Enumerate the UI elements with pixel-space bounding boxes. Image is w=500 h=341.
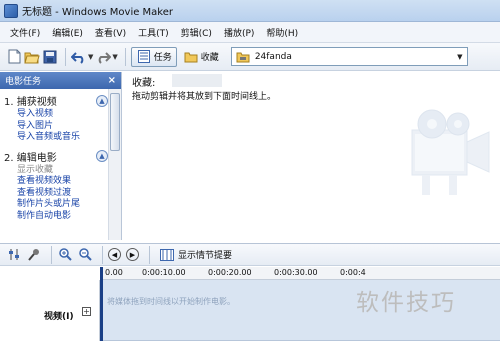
toolbar-separator (102, 245, 103, 264)
menu-clip[interactable]: 剪辑(C) (175, 24, 218, 41)
open-folder-icon (24, 49, 40, 65)
toolbar-separator (51, 245, 52, 264)
main-toolbar: ▼ ▼ 任务 收藏 24fanda ▼ (0, 43, 500, 71)
title-bar: 无标题 - Windows Movie Maker (0, 0, 500, 22)
ruler-tick-label: 0:00:10.00 (142, 268, 186, 277)
window-title: 无标题 - Windows Movie Maker (22, 7, 174, 18)
play-icon[interactable]: ▶ (126, 248, 139, 261)
collection-folder-icon (183, 49, 199, 65)
movie-tasks-pane: 电影任务 × 1. 捕获视频 ▲ 导入视频 导入图片 导入音频或音乐 2. 编辑… (0, 72, 122, 240)
tasks-label: 任务 (153, 53, 172, 63)
collapse-chevron-icon[interactable]: ▲ (96, 94, 108, 107)
video-track-header: 视频(I) + (0, 280, 100, 341)
toolbar-separator (149, 245, 150, 264)
save-disk-icon (42, 49, 58, 65)
tasks-button[interactable]: 任务 (130, 46, 177, 67)
timeline-toolbar: ◀ ▶ 显示情节提要 (0, 243, 500, 266)
menu-view[interactable]: 查看(V) (89, 24, 132, 41)
new-document-icon (6, 49, 22, 65)
set-audio-levels-icon[interactable] (6, 247, 22, 263)
ruler-tick-label: 0:00:4 (340, 268, 366, 277)
storyboard-icon (159, 247, 175, 263)
task-list-icon (136, 49, 152, 65)
undo-dropdown-icon[interactable]: ▼ (88, 53, 93, 61)
timeline-ruler[interactable]: 0.00 0:00:10.00 0:00:20.00 0:00:30.00 0:… (100, 267, 500, 280)
close-icon[interactable]: × (108, 75, 116, 86)
link-make-titles[interactable]: 制作片头或片尾 (4, 199, 108, 211)
section-edit-movie[interactable]: 2. 编辑电影 ▲ (4, 148, 108, 165)
link-import-pictures[interactable]: 导入图片 (4, 121, 108, 133)
new-project-button[interactable] (6, 47, 22, 67)
menu-bar: 文件(F) 编辑(E) 查看(V) 工具(T) 剪辑(C) 播放(P) 帮助(H… (0, 22, 500, 43)
storyboard-label: 显示情节提要 (178, 251, 233, 261)
collection-instruction: 拖动剪辑并将其放到下面时间线上。 (132, 92, 277, 102)
collection-content-area[interactable]: 收藏: 拖动剪辑并将其放到下面时间线上。 (122, 72, 500, 240)
link-import-video[interactable]: 导入视频 (4, 109, 108, 121)
scrollbar-thumb[interactable] (110, 93, 120, 151)
collection-title: 收藏: (132, 78, 156, 89)
section-capture-video[interactable]: 1. 捕获视频 ▲ (4, 92, 108, 109)
task-pane-body: 1. 捕获视频 ▲ 导入视频 导入图片 导入音频或音乐 2. 编辑电影 ▲ 显示… (0, 89, 108, 240)
collections-label: 收藏 (200, 53, 219, 63)
zoom-in-icon[interactable] (57, 247, 73, 263)
movie-maker-app-icon (4, 3, 18, 18)
video-track-label: 视频(I) (44, 312, 74, 322)
playback-indicator[interactable] (100, 267, 103, 341)
rewind-icon[interactable]: ◀ (108, 248, 121, 261)
drop-hint-text: 将媒体拖到时间线以开始制作电影。 (107, 297, 235, 306)
collection-name-placeholder (172, 74, 222, 87)
link-view-video-effects[interactable]: 查看视频效果 (4, 176, 108, 188)
collection-dropdown[interactable]: 24fanda ▼ (230, 47, 468, 66)
redo-button[interactable]: ▼ (95, 47, 118, 67)
collections-button[interactable]: 收藏 (179, 47, 223, 67)
link-make-automovie[interactable]: 制作自动电影 (4, 211, 108, 223)
menu-edit[interactable]: 编辑(E) (46, 24, 89, 41)
toolbar-separator (65, 47, 66, 66)
show-storyboard-button[interactable]: 显示情节提要 (159, 247, 232, 263)
redo-dropdown-icon[interactable]: ▼ (112, 53, 117, 61)
site-watermark: 软件技巧 (356, 290, 456, 316)
ruler-tick-label: 0.00 (105, 268, 123, 277)
zoom-out-icon[interactable] (77, 247, 93, 263)
task-pane-scrollbar[interactable] (108, 89, 121, 240)
toolbar-separator (124, 47, 126, 66)
ruler-tick-label: 0:00:30.00 (274, 268, 318, 277)
open-project-button[interactable] (24, 47, 40, 67)
expand-track-icon[interactable]: + (82, 307, 91, 316)
menu-tools[interactable]: 工具(T) (132, 24, 175, 41)
link-import-audio[interactable]: 导入音频或音乐 (4, 132, 108, 144)
undo-button[interactable]: ▼ (71, 47, 93, 67)
task-pane-header: 电影任务 × (0, 72, 121, 89)
menu-help[interactable]: 帮助(H) (260, 24, 304, 41)
menu-play[interactable]: 播放(P) (218, 24, 260, 41)
undo-arrow-icon (71, 49, 87, 65)
collection-folder-icon (235, 49, 251, 65)
collection-selected-value: 24fanda (254, 51, 292, 62)
link-view-video-transitions[interactable]: 查看视频过渡 (4, 188, 108, 200)
ruler-tick-label: 0:00:20.00 (208, 268, 252, 277)
section-title: 2. 编辑电影 (4, 152, 57, 164)
task-pane-title: 电影任务 (5, 77, 42, 87)
link-show-collections[interactable]: 显示收藏 (4, 165, 108, 177)
collapse-chevron-icon[interactable]: ▲ (96, 150, 108, 162)
save-project-button[interactable] (42, 47, 58, 67)
section-title: 1. 捕获视频 (4, 97, 57, 108)
narrate-microphone-icon[interactable] (26, 247, 42, 263)
chevron-down-icon[interactable]: ▼ (453, 53, 467, 61)
menu-file[interactable]: 文件(F) (4, 24, 46, 41)
redo-arrow-icon (95, 49, 112, 65)
film-reel-watermark-icon (411, 109, 490, 195)
